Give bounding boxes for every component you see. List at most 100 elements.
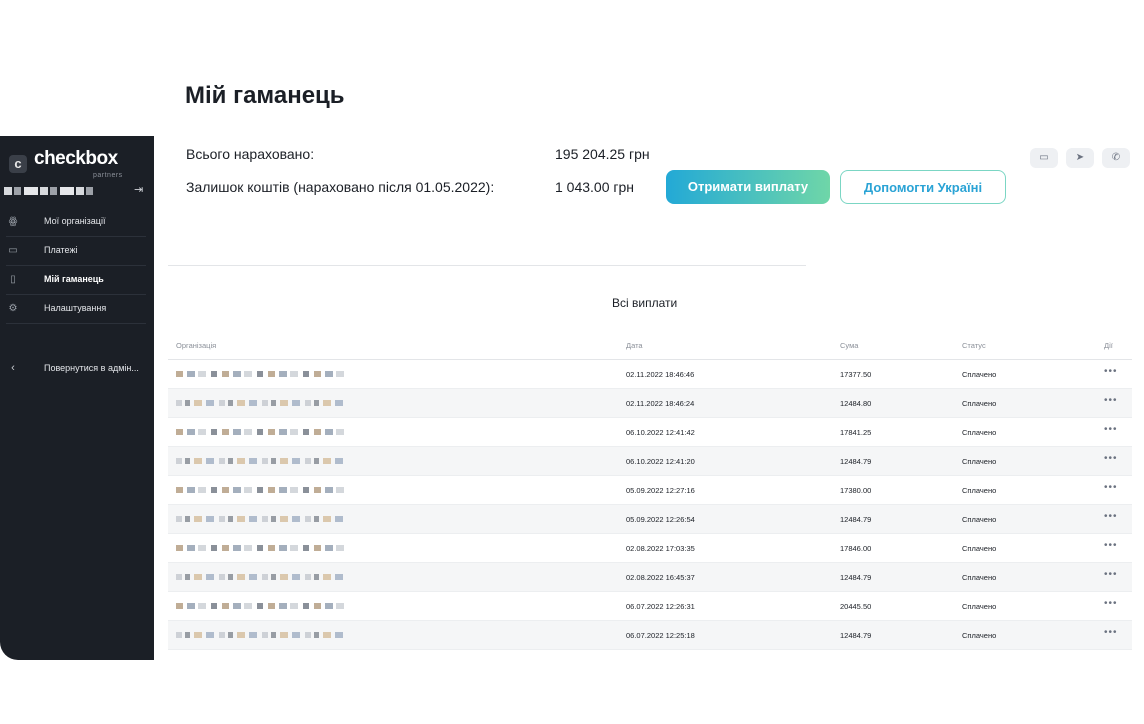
column-header-actions: Дії <box>1104 341 1113 350</box>
logo-subtitle: partners <box>93 172 123 179</box>
row-actions-menu-icon[interactable]: ••• <box>1104 511 1118 522</box>
user-name-redacted <box>4 187 96 195</box>
table-row: 02.11.2022 18:46:24 12484.80 Сплачено ••• <box>168 389 1132 418</box>
row-date: 02.08.2022 16:45:37 <box>626 573 695 582</box>
table-row: 02.08.2022 17:03:35 17846.00 Сплачено ••• <box>168 534 1132 563</box>
viber-icon[interactable]: ✆ <box>1102 148 1130 168</box>
organization-name-redacted <box>176 545 348 551</box>
sidebar-item-wallet[interactable]: ▯ Мій гаманець <box>6 266 146 295</box>
organization-name-redacted <box>176 458 348 464</box>
row-date: 02.11.2022 18:46:24 <box>626 399 695 408</box>
total-accrued-label: Всього нараховано: <box>186 146 315 162</box>
organization-name-redacted <box>176 371 348 377</box>
table-body: 02.11.2022 18:46:46 17377.50 Сплачено ••• 02… <box>168 360 1132 650</box>
row-actions-menu-icon[interactable]: ••• <box>1104 627 1118 638</box>
row-status: Сплачено <box>962 602 997 611</box>
row-date: 06.07.2022 12:25:18 <box>626 631 695 640</box>
logo-mark-icon: c <box>9 155 27 173</box>
organization-name-redacted <box>176 516 348 522</box>
row-sum: 12484.79 <box>840 573 872 582</box>
row-status: Сплачено <box>962 573 997 582</box>
row-sum: 17377.50 <box>840 370 872 379</box>
user-row: ⇥ <box>4 184 150 198</box>
divider <box>168 265 806 266</box>
table-row: 05.09.2022 12:27:16 17380.00 Сплачено ••• <box>168 476 1132 505</box>
sidebar-item-label: Налаштування <box>44 303 107 313</box>
organization-name-redacted <box>176 574 348 580</box>
row-date: 05.09.2022 12:27:16 <box>626 486 695 495</box>
users-icon: ꙮ <box>8 216 18 227</box>
row-actions-menu-icon[interactable]: ••• <box>1104 453 1118 464</box>
column-header-organization: Організація <box>176 341 217 350</box>
sidebar-item-settings[interactable]: ⚙ Налаштування <box>6 295 146 324</box>
help-ukraine-button[interactable]: Допомогти Україні <box>840 170 1006 204</box>
row-actions-menu-icon[interactable]: ••• <box>1104 482 1118 493</box>
row-date: 06.07.2022 12:26:31 <box>626 602 695 611</box>
organization-name-redacted <box>176 632 348 638</box>
row-status: Сплачено <box>962 631 997 640</box>
balance-label: Залишок коштів (нараховано після 01.05.2… <box>186 179 495 195</box>
table-header: Організація Дата Сума Статус Дії <box>168 332 1132 360</box>
column-header-date: Дата <box>626 341 643 350</box>
row-status: Сплачено <box>962 544 997 553</box>
gear-icon: ⚙ <box>8 303 18 314</box>
row-sum: 12484.79 <box>840 457 872 466</box>
logout-icon[interactable]: ⇥ <box>134 183 143 196</box>
organization-name-redacted <box>176 603 348 609</box>
row-status: Сплачено <box>962 428 997 437</box>
back-to-admin-link[interactable]: ‹ Повернутися в адмін... <box>6 358 146 378</box>
section-title: Всі виплати <box>612 296 678 310</box>
column-header-status: Статус <box>962 341 986 350</box>
row-actions-menu-icon[interactable]: ••• <box>1104 366 1118 377</box>
chevron-left-icon: ‹ <box>11 362 15 374</box>
organization-name-redacted <box>176 400 348 406</box>
sidebar-item-label: Мої організації <box>44 216 106 226</box>
row-sum: 17846.00 <box>840 544 872 553</box>
row-date: 05.09.2022 12:26:54 <box>626 515 695 524</box>
row-date: 02.08.2022 17:03:35 <box>626 544 695 553</box>
row-sum: 12484.79 <box>840 631 872 640</box>
row-date: 06.10.2022 12:41:20 <box>626 457 695 466</box>
row-actions-menu-icon[interactable]: ••• <box>1104 598 1118 609</box>
row-date: 06.10.2022 12:41:42 <box>626 428 695 437</box>
get-payout-button[interactable]: Отримати виплату <box>666 170 830 204</box>
row-actions-menu-icon[interactable]: ••• <box>1104 569 1118 580</box>
logo-text: checkbox <box>34 148 118 169</box>
table-row: 02.08.2022 16:45:37 12484.79 Сплачено ••• <box>168 563 1132 592</box>
sidebar-nav: ꙮ Мої організації ▭ Платежі ▯ Мій гамане… <box>0 208 146 324</box>
row-sum: 17380.00 <box>840 486 872 495</box>
row-status: Сплачено <box>962 515 997 524</box>
row-status: Сплачено <box>962 486 997 495</box>
row-status: Сплачено <box>962 399 997 408</box>
payouts-table: Організація Дата Сума Статус Дії 02.11.2… <box>168 332 1132 650</box>
sidebar-item-payments[interactable]: ▭ Платежі <box>6 237 146 266</box>
row-status: Сплачено <box>962 457 997 466</box>
table-row: 06.07.2022 12:26:31 20445.50 Сплачено ••• <box>168 592 1132 621</box>
table-row: 02.11.2022 18:46:46 17377.50 Сплачено ••• <box>168 360 1132 389</box>
card-icon: ▭ <box>8 245 18 256</box>
organization-name-redacted <box>176 487 348 493</box>
column-header-sum: Сума <box>840 341 859 350</box>
chat-icon[interactable]: ▭ <box>1030 148 1058 168</box>
row-sum: 12484.80 <box>840 399 872 408</box>
organization-name-redacted <box>176 429 348 435</box>
row-actions-menu-icon[interactable]: ••• <box>1104 540 1118 551</box>
table-row: 06.07.2022 12:25:18 12484.79 Сплачено ••• <box>168 621 1132 650</box>
sidebar-item-label: Платежі <box>44 245 78 255</box>
row-actions-menu-icon[interactable]: ••• <box>1104 395 1118 406</box>
table-row: 05.09.2022 12:26:54 12484.79 Сплачено ••• <box>168 505 1132 534</box>
row-actions-menu-icon[interactable]: ••• <box>1104 424 1118 435</box>
total-accrued-value: 195 204.25 грн <box>555 146 650 162</box>
back-to-admin-label: Повернутися в адмін... <box>44 363 139 373</box>
table-row: 06.10.2022 12:41:20 12484.79 Сплачено ••• <box>168 447 1132 476</box>
row-sum: 17841.25 <box>840 428 872 437</box>
table-row: 06.10.2022 12:41:42 17841.25 Сплачено ••• <box>168 418 1132 447</box>
telegram-icon[interactable]: ➤ <box>1066 148 1094 168</box>
sidebar: c checkbox partners ⇥ ꙮ Мої організації … <box>0 136 154 660</box>
balance-value: 1 043.00 грн <box>555 179 635 195</box>
wallet-icon: ▯ <box>10 274 16 285</box>
page-title: Мій гаманець <box>185 82 345 109</box>
sidebar-item-organizations[interactable]: ꙮ Мої організації <box>6 208 146 237</box>
row-date: 02.11.2022 18:46:46 <box>626 370 695 379</box>
sidebar-item-label: Мій гаманець <box>44 274 104 284</box>
